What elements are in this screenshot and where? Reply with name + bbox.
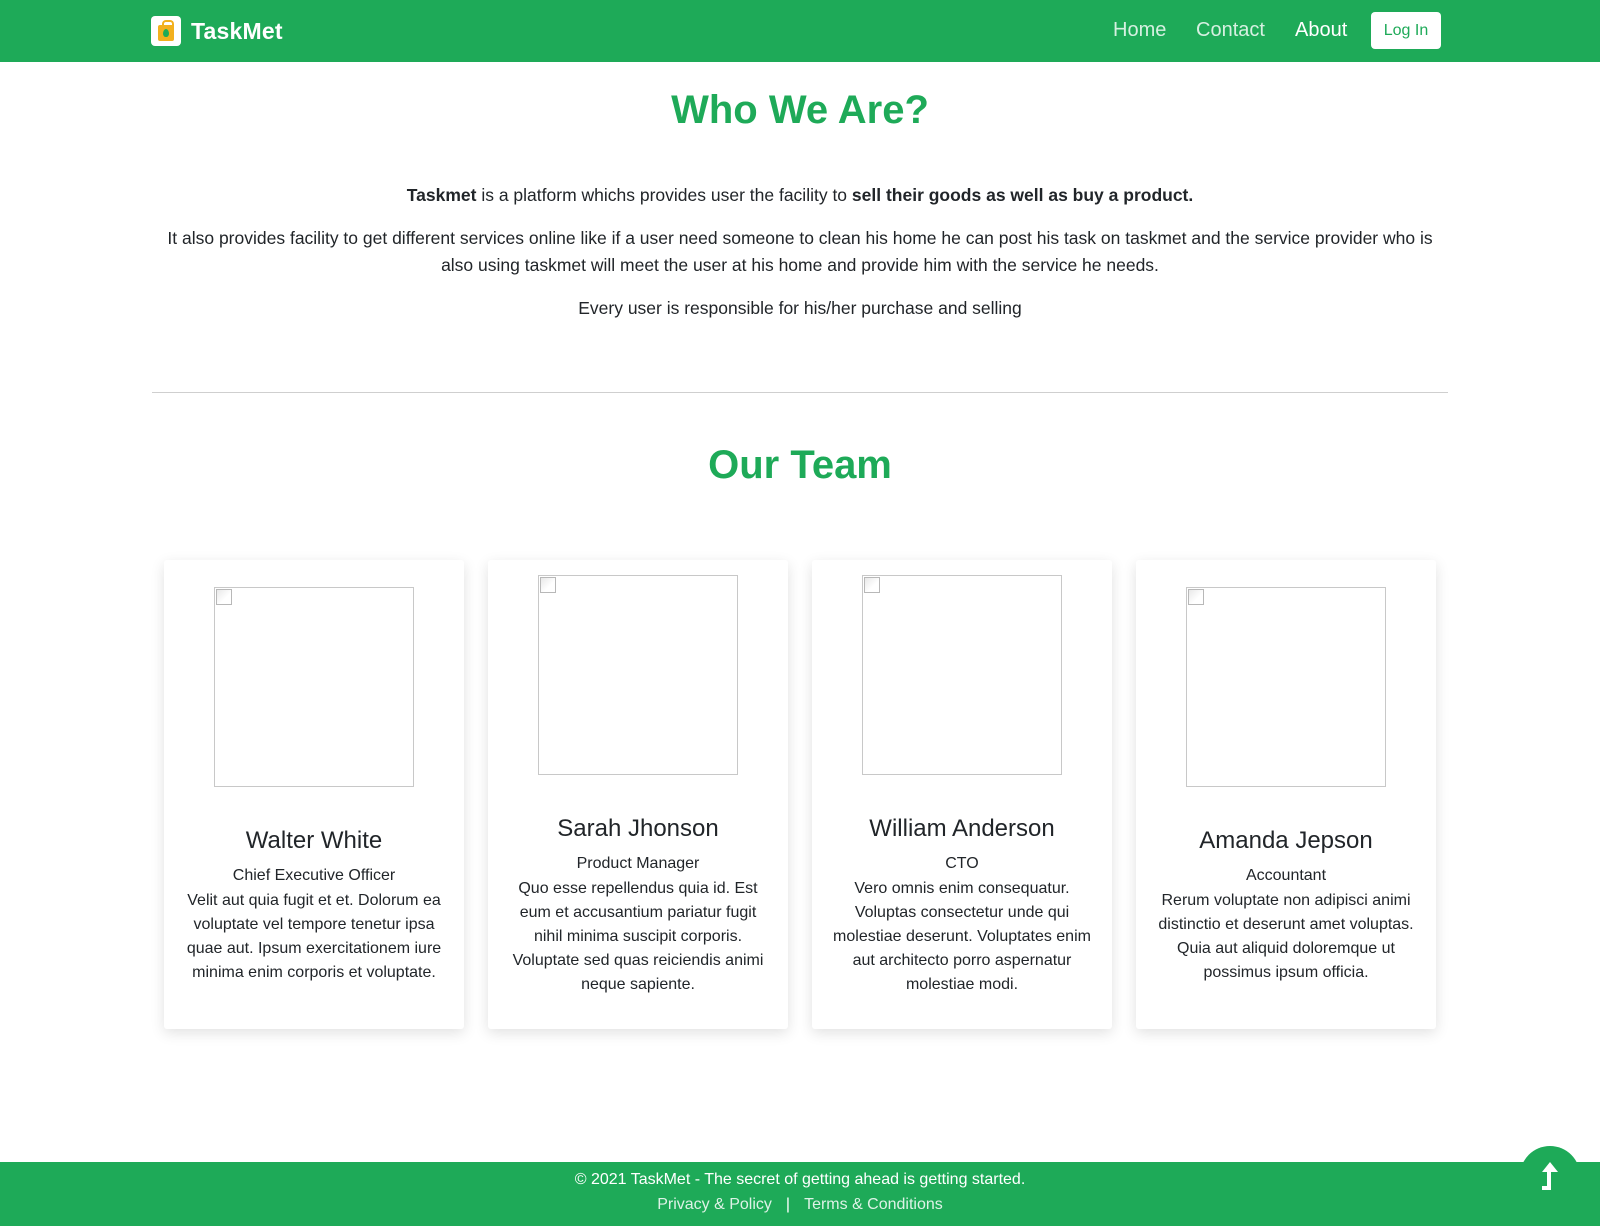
- team-member-name: Walter White: [245, 827, 383, 854]
- team-member-photo: [862, 575, 1062, 775]
- broken-image-icon: [540, 577, 556, 593]
- team-card-sarah-jhonson: Sarah Jhonson Product Manager Quo esse r…: [488, 560, 788, 1029]
- about-intro-text: is a platform whichs provides user the f…: [476, 185, 852, 205]
- privacy-policy-link[interactable]: Privacy & Policy: [657, 1196, 772, 1213]
- team-member-role: Accountant: [1245, 867, 1327, 884]
- about-intro-highlight: sell their goods as well as buy a produc…: [851, 185, 1194, 205]
- brand-link[interactable]: TaskMet: [151, 16, 283, 46]
- broken-image-icon: [216, 589, 232, 605]
- about-brand: Taskmet: [406, 185, 477, 205]
- footer-separator: |: [785, 1196, 791, 1213]
- back-to-top-button[interactable]: [1520, 1146, 1580, 1206]
- arrow-up-icon: [1542, 1162, 1558, 1190]
- team-member-photo: [1186, 587, 1386, 787]
- team-member-name: Sarah Jhonson: [557, 815, 719, 842]
- team-member-role: Product Manager: [576, 855, 700, 872]
- footer-copyright: © 2021 TaskMet - The secret of getting a…: [574, 1171, 1026, 1188]
- team-title: Our Team: [708, 443, 892, 487]
- broken-image-icon: [864, 577, 880, 593]
- terms-conditions-link[interactable]: Terms & Conditions: [804, 1196, 943, 1213]
- footer: © 2021 TaskMet - The secret of getting a…: [0, 1162, 1600, 1226]
- nav-link-contact[interactable]: Contact: [1196, 19, 1265, 42]
- login-button[interactable]: Log In: [1371, 12, 1441, 49]
- nav-link-home[interactable]: Home: [1113, 19, 1166, 42]
- section-divider: [152, 392, 1448, 393]
- team-member-role: CTO: [945, 855, 979, 872]
- team-member-name: William Anderson: [869, 815, 1055, 842]
- team-card-william-anderson: William Anderson CTO Vero omnis enim con…: [812, 560, 1112, 1029]
- brand-name: TaskMet: [191, 17, 283, 44]
- about-responsibility: Every user is responsible for his/her pu…: [578, 298, 1022, 318]
- about-title: Who We Are?: [671, 88, 929, 132]
- about-description: It also provides facility to get differe…: [167, 228, 1433, 275]
- shopping-bag-icon: [151, 16, 181, 46]
- team-member-photo: [214, 587, 414, 787]
- footer-links: Privacy & Policy | Terms & Conditions: [0, 1196, 1600, 1214]
- broken-image-icon: [1188, 589, 1204, 605]
- team-member-name: Amanda Jepson: [1199, 827, 1373, 854]
- team-member-desc: Vero omnis enim consequatur. Voluptas co…: [833, 880, 1091, 993]
- about-intro: Taskmet is a platform whichs provides us…: [150, 182, 1450, 209]
- team-member-role: Chief Executive Officer: [232, 867, 396, 884]
- team-member-desc: Velit aut quia fugit et et. Dolorum ea v…: [186, 892, 442, 981]
- team-member-desc: Quo esse repellendus quia id. Est eum et…: [512, 880, 764, 993]
- navbar: TaskMet Home Contact About Log In: [0, 0, 1600, 62]
- nav-link-about[interactable]: About: [1295, 19, 1347, 42]
- team-card-walter-white: Walter White Chief Executive Officer Vel…: [164, 560, 464, 1029]
- team-member-photo: [538, 575, 738, 775]
- team-card-amanda-jepson: Amanda Jepson Accountant Rerum voluptate…: [1136, 560, 1436, 1029]
- team-member-desc: Rerum voluptate non adipisci animi disti…: [1158, 892, 1414, 981]
